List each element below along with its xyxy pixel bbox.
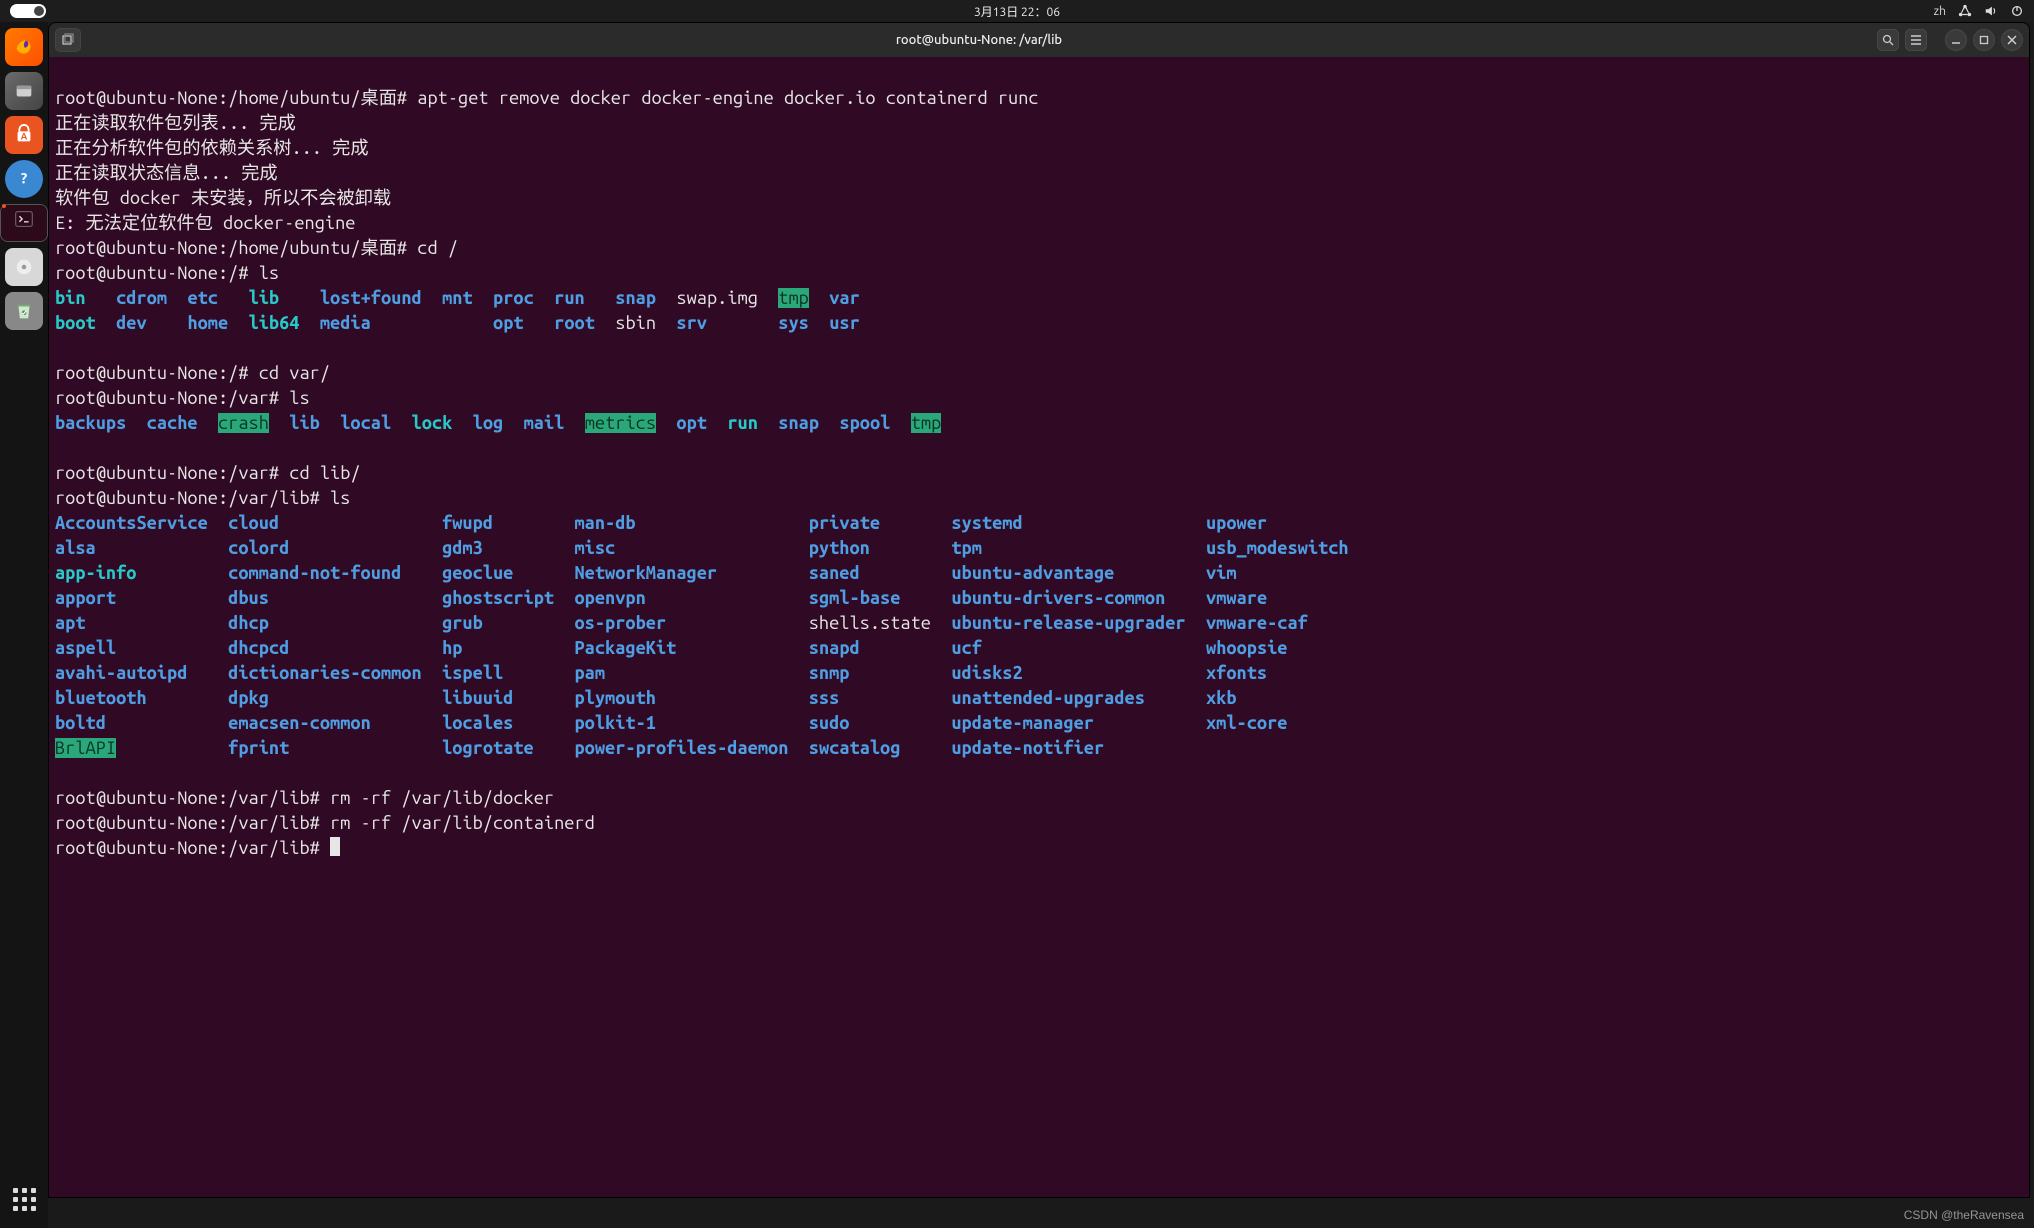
hamburger-menu-button[interactable] bbox=[1905, 29, 1927, 51]
command-text: rm -rf /var/lib/containerd bbox=[330, 813, 595, 833]
svg-text:?: ? bbox=[21, 170, 28, 187]
prompt: root@ubuntu-None:/var/lib# bbox=[55, 788, 330, 808]
search-button[interactable] bbox=[1877, 29, 1899, 51]
output-line: 正在读取软件包列表... 完成 bbox=[55, 113, 296, 133]
dock-app-terminal[interactable] bbox=[0, 204, 48, 242]
command-text: cd lib/ bbox=[289, 463, 360, 483]
ime-indicator[interactable]: zh bbox=[1934, 5, 1946, 18]
output-line: 正在分析软件包的依赖关系树... 完成 bbox=[55, 138, 369, 158]
ls-lib-output: AccountsService cloud fwupd man-db priva… bbox=[55, 511, 2023, 761]
dock-app-trash[interactable] bbox=[5, 292, 43, 330]
close-button[interactable] bbox=[2001, 29, 2023, 51]
maximize-button[interactable] bbox=[1973, 29, 1995, 51]
command-text: cd / bbox=[417, 238, 458, 258]
window-titlebar: root@ubuntu-None: /var/lib bbox=[49, 23, 2029, 57]
window-title: root@ubuntu-None: /var/lib bbox=[87, 33, 1871, 47]
prompt: root@ubuntu-None:/var# bbox=[55, 388, 289, 408]
top-panel: 3月13日 22：06 zh bbox=[0, 0, 2034, 22]
ls-var-output: backups cache crash lib local lock log m… bbox=[55, 411, 2023, 436]
power-icon[interactable] bbox=[2010, 4, 2024, 18]
prompt: root@ubuntu-None:/home/ubuntu/桌面# bbox=[55, 88, 417, 108]
active-indicator bbox=[2, 204, 6, 208]
command-text: ls bbox=[259, 263, 279, 283]
dock-app-firefox[interactable] bbox=[5, 28, 43, 66]
prompt: root@ubuntu-None:/var# bbox=[55, 463, 289, 483]
error-line: E: 无法定位软件包 docker-engine bbox=[55, 213, 355, 233]
dock-app-help[interactable]: ? bbox=[5, 160, 43, 198]
svg-text:A: A bbox=[21, 131, 28, 142]
activities-pill[interactable] bbox=[10, 4, 46, 18]
ls-root-output: bin cdrom etc lib lost+found mnt proc ru… bbox=[55, 286, 2023, 336]
command-text: ls bbox=[289, 388, 309, 408]
prompt: root@ubuntu-None:/# bbox=[55, 263, 259, 283]
dock-app-software[interactable]: A bbox=[5, 116, 43, 154]
volume-icon[interactable] bbox=[1984, 4, 1998, 18]
terminal-window: root@ubuntu-None: /var/lib root@ubuntu-N… bbox=[48, 22, 2030, 1198]
prompt: root@ubuntu-None:/var/lib# bbox=[55, 838, 330, 858]
command-text: ls bbox=[330, 488, 350, 508]
panel-clock[interactable]: 3月13日 22：06 bbox=[974, 3, 1060, 20]
dock: A ? bbox=[0, 22, 48, 1228]
prompt: root@ubuntu-None:/var/lib# bbox=[55, 488, 330, 508]
cursor bbox=[330, 837, 340, 856]
dock-app-media[interactable] bbox=[5, 248, 43, 286]
command-text: rm -rf /var/lib/docker bbox=[330, 788, 554, 808]
network-icon[interactable] bbox=[1958, 4, 1972, 18]
output-line: 正在读取状态信息... 完成 bbox=[55, 163, 278, 183]
command-text: apt-get remove docker docker-engine dock… bbox=[417, 88, 1038, 108]
show-applications-button[interactable] bbox=[5, 1180, 43, 1218]
watermark: CSDN @theRavensea bbox=[1904, 1208, 2024, 1222]
command-text: cd var/ bbox=[259, 363, 330, 383]
prompt: root@ubuntu-None:/home/ubuntu/桌面# bbox=[55, 238, 417, 258]
dock-app-files[interactable] bbox=[5, 72, 43, 110]
new-tab-button[interactable] bbox=[55, 28, 81, 52]
output-line: 软件包 docker 未安装，所以不会被卸载 bbox=[55, 188, 391, 208]
terminal-output[interactable]: root@ubuntu-None:/home/ubuntu/桌面# apt-ge… bbox=[49, 57, 2029, 1197]
prompt: root@ubuntu-None:/# bbox=[55, 363, 259, 383]
prompt: root@ubuntu-None:/var/lib# bbox=[55, 813, 330, 833]
minimize-button[interactable] bbox=[1945, 29, 1967, 51]
